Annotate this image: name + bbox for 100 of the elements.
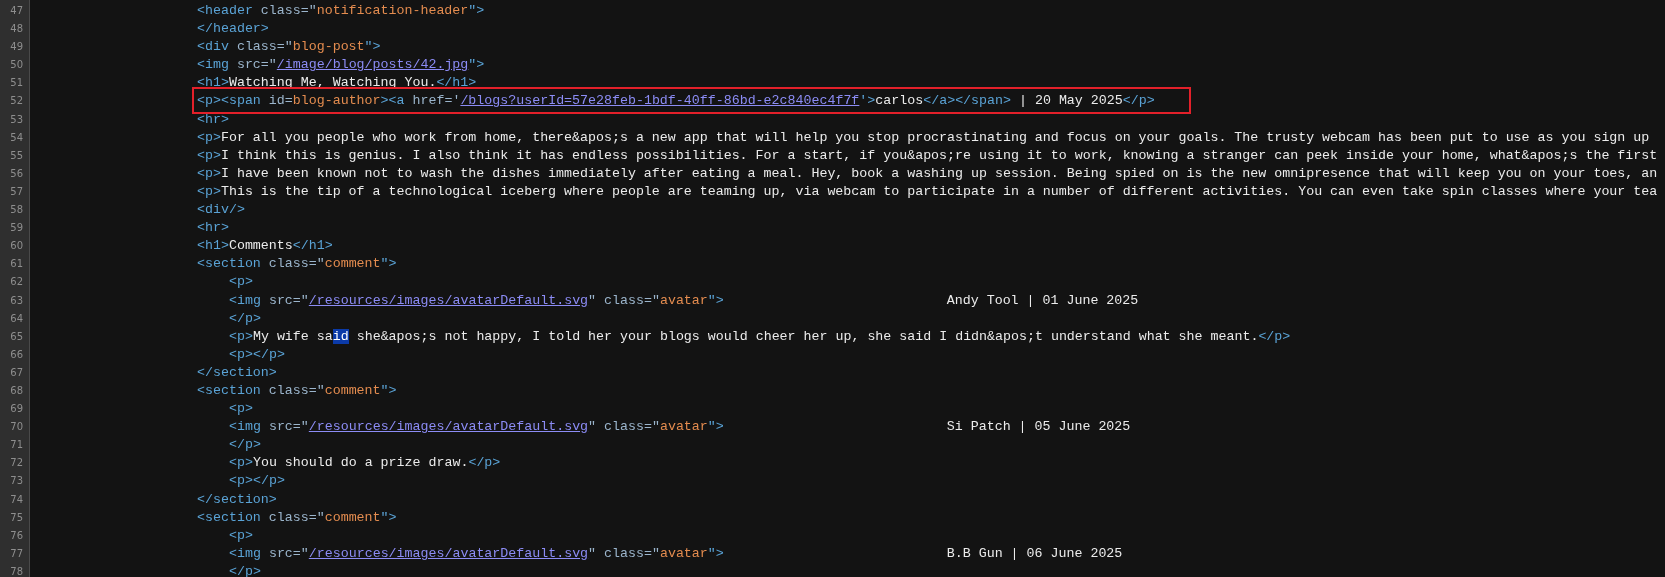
code-tag: "> (380, 509, 397, 525)
code-attribute: src=" (268, 419, 309, 435)
code-tag: </header> (197, 21, 269, 37)
code-text: | 20 May 2025 (1017, 93, 1123, 109)
code-attribute: src=" (268, 545, 309, 561)
attribute-value: comment (324, 256, 381, 272)
code-tag: </h1> (436, 75, 477, 91)
code-tag: "> (468, 3, 485, 18)
code-tag: <div/> (197, 202, 245, 218)
code-attribute: " class=" (588, 292, 660, 308)
line-number: 55 (9, 148, 24, 163)
line-number: 71 (9, 438, 24, 453)
code-tag: <section (197, 509, 269, 525)
code-tag: "> (707, 545, 724, 561)
code-tag: </a></span> (923, 93, 1011, 109)
attribute-value: avatar (659, 419, 708, 435)
code-attribute: class=" (268, 382, 325, 398)
code-text: I think this is genius. I also think it has endless possibilities. For a start, if you&apos;re using it to work, knowing a stranger can peek inside your home, what&apos;s the first (220, 147, 1658, 163)
attribute-value: comment (324, 382, 381, 398)
code-text: Comments (228, 238, 293, 254)
attribute-value: blog-post (292, 39, 365, 55)
code-tag: <img (229, 545, 269, 561)
code-attribute: class=" (268, 256, 325, 272)
code-text: Andy Tool | 01 June 2025 (946, 292, 1139, 308)
source-link[interactable]: /resources/images/avatarDefault.svg (308, 545, 589, 561)
line-number: 64 (9, 311, 24, 326)
code-attribute: href=' (412, 93, 461, 109)
code-text: For all you people who work from home, there&apos;s a new app that will help you stop procrastinating and focus on your goals. The trusty webcam has been put to use as you sign up (220, 129, 1650, 145)
line-number: 60 (9, 239, 24, 254)
code-tag: <hr> (197, 111, 229, 127)
code-tag: <img (229, 292, 269, 308)
line-number: 67 (9, 365, 24, 380)
code-text: You should do a prize draw. (252, 455, 469, 471)
attribute-value: notification-header (316, 3, 469, 18)
code-tag: </h1> (292, 238, 333, 254)
line-number: 49 (9, 40, 24, 55)
line-number: 47 (9, 4, 24, 18)
code-tag: <hr> (197, 220, 229, 236)
code-tag: <p><span (197, 93, 269, 109)
code-attribute: src=" (236, 57, 277, 73)
line-number: 72 (9, 456, 24, 471)
code-attribute: " class=" (588, 545, 660, 561)
code-tag: '> (859, 93, 876, 109)
code-tag: <img (229, 419, 269, 435)
line-number: 53 (9, 112, 24, 127)
code-tag: <p> (229, 527, 253, 543)
code-tag: "> (380, 256, 397, 272)
line-number: 63 (9, 293, 24, 308)
source-link[interactable]: /blogs?userId=57e28feb-1bdf-40ff-86bd-e2c840ec4f7f (460, 93, 860, 109)
code-attribute: id= (268, 93, 293, 109)
code-text: I have been known not to wash the dishes immediately after eating a meal. Hey, book a washing up session. Being spied on is the new omnipresence that will keep you on your toes, an (220, 165, 1658, 181)
code-tag: "> (707, 419, 724, 435)
code-tag: <p> (197, 129, 221, 145)
code-text: she&apos;s not happy, I told her your blogs would cheer her up, she said I didn&apos;t understand what she meant. (355, 328, 1259, 344)
code-tag: </p> (468, 455, 501, 471)
code-tag: <section (197, 382, 269, 398)
code-tag: "> (707, 292, 724, 308)
code-attribute: class=" (260, 3, 317, 18)
code-tag: <p></p> (229, 346, 285, 362)
code-tag: ><a (380, 93, 413, 109)
line-number: 61 (9, 257, 24, 272)
code-text: Watching Me, Watching You. (228, 75, 437, 91)
code-tag: <p> (197, 165, 221, 181)
source-link[interactable]: /resources/images/avatarDefault.svg (308, 292, 589, 308)
source-link[interactable]: /image/blog/posts/42.jpg (276, 57, 469, 73)
line-number: 57 (9, 184, 24, 199)
code-tag: <section (197, 256, 269, 272)
line-number: 75 (9, 510, 24, 525)
line-number: 68 (9, 383, 24, 398)
code-text: This is the tip of a technological iceberg where people are teaming up, via webcam to participate in a number of different activities. You can even take spin classes where your tea (220, 183, 1658, 199)
code-tag: "> (380, 382, 397, 398)
line-number: 50 (9, 58, 24, 73)
code-attribute: " class=" (588, 419, 660, 435)
source-link[interactable]: /resources/images/avatarDefault.svg (308, 419, 589, 435)
code-tag: <p> (229, 401, 253, 417)
line-number: 62 (9, 275, 24, 290)
code-attribute: class=" (268, 509, 325, 525)
code-tag: </p> (1258, 328, 1291, 344)
line-number: 56 (9, 166, 24, 181)
code-tag: </p> (229, 563, 261, 577)
code-tag: </section> (197, 491, 277, 507)
code-tag: </p> (1122, 93, 1155, 109)
code-tag: <p> (197, 183, 221, 199)
attribute-value: avatar (659, 545, 708, 561)
line-number: 69 (9, 402, 24, 417)
line-number: 59 (9, 221, 24, 236)
code-tag: "> (364, 39, 381, 55)
code-tag: <p> (229, 455, 253, 471)
line-number: 66 (9, 347, 24, 362)
attribute-value: blog-author (292, 93, 381, 109)
line-number: 52 (9, 94, 24, 109)
line-number: 58 (9, 203, 24, 218)
code-tag: </p> (229, 437, 261, 453)
line-number: 70 (9, 420, 24, 435)
line-number: 78 (9, 564, 24, 577)
code-tag: <h1> (197, 238, 229, 254)
code-tag: <header (197, 3, 261, 18)
line-number: 65 (9, 329, 24, 344)
code-attribute: class=" (236, 39, 293, 55)
line-number: 76 (9, 528, 24, 543)
